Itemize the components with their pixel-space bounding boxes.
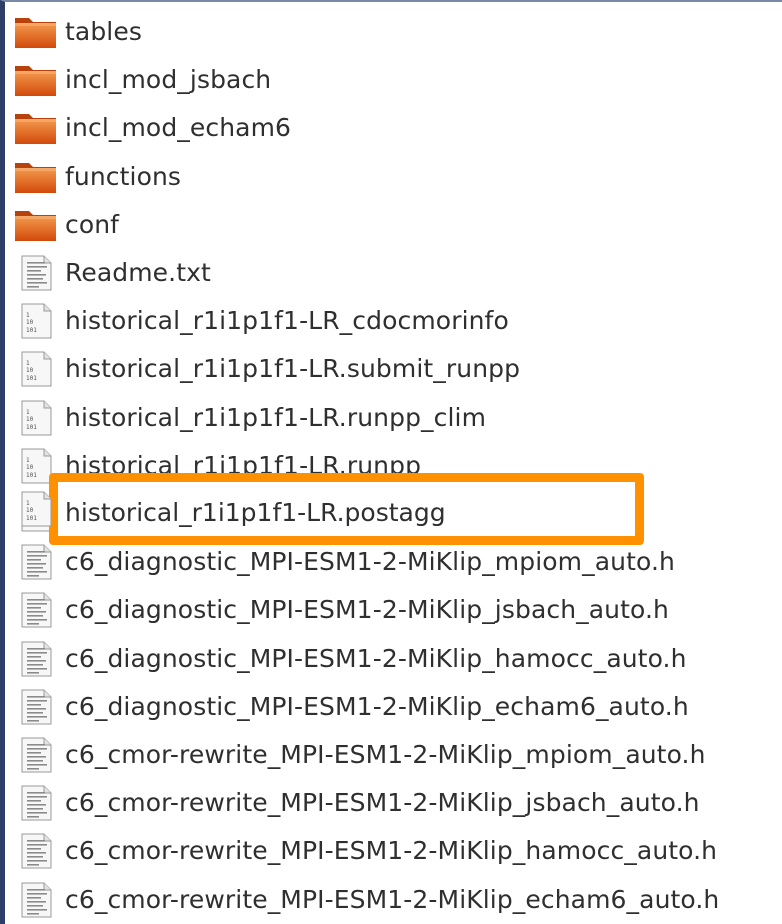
folder-row[interactable]: functions bbox=[0, 153, 782, 201]
file-name-label: functions bbox=[65, 161, 182, 191]
text-file-icon bbox=[14, 641, 58, 677]
binary-file-icon: 110101 bbox=[14, 491, 58, 527]
svg-text:101: 101 bbox=[26, 327, 37, 334]
file-name-label: Readme.txt bbox=[65, 258, 211, 287]
folder-icon bbox=[14, 207, 58, 243]
highlighted-file-label[interactable]: historical_r1i1p1f1-LR.postagg bbox=[65, 497, 446, 529]
folder-icon bbox=[14, 62, 58, 98]
file-row[interactable]: c6_cmor-rewrite_MPI-ESM1-2-MiKlip_jsbach… bbox=[0, 779, 782, 827]
file-name-label: c6_cmor-rewrite_MPI-ESM1-2-MiKlip_jsbach… bbox=[65, 788, 700, 818]
svg-text:101: 101 bbox=[26, 515, 37, 522]
file-row[interactable]: 1 10 101 historical_r1i1p1f1-LR.runpp_clim bbox=[0, 394, 782, 442]
folder-row[interactable]: incl_mod_jsbach bbox=[0, 56, 782, 104]
binary-file-icon: 110101 bbox=[14, 303, 58, 339]
file-row[interactable]: c6_diagnostic_MPI-ESM1-2-MiKlip_echam6_a… bbox=[0, 683, 782, 731]
file-name-label: c6_cmor-rewrite_MPI-ESM1-2-MiKlip_echam6… bbox=[65, 884, 720, 914]
svg-text:1: 1 bbox=[26, 500, 30, 507]
svg-text:1: 1 bbox=[26, 457, 30, 464]
file-row[interactable]: c6_diagnostic_MPI-ESM1-2-MiKlip_mpiom_au… bbox=[0, 538, 782, 586]
file-row[interactable]: c6_diagnostic_MPI-ESM1-2-MiKlip_jsbach_a… bbox=[0, 586, 782, 634]
svg-text:1: 1 bbox=[26, 360, 30, 367]
binary-file-icon: 110101 bbox=[14, 351, 58, 387]
file-name-label: c6_cmor-rewrite_MPI-ESM1-2-MiKlip_hamocc… bbox=[65, 836, 718, 866]
file-name-label: historical_r1i1p1f1-LR_cdocmorinfo bbox=[65, 306, 509, 336]
binary-file-icon: 110101 bbox=[14, 400, 58, 436]
file-name-label: c6_diagnostic_MPI-ESM1-2-MiKlip_mpiom_au… bbox=[65, 547, 675, 577]
file-row[interactable]: c6_diagnostic_MPI-ESM1-2-MiKlip_hamocc_a… bbox=[0, 635, 782, 683]
file-name-label: c6_diagnostic_MPI-ESM1-2-MiKlip_jsbach_a… bbox=[65, 595, 669, 625]
file-name-label: historical_r1i1p1f1-LR.runpp_clim bbox=[65, 402, 487, 432]
file-name-label: incl_mod_echam6 bbox=[65, 113, 292, 143]
file-row[interactable]: Readme.txt bbox=[0, 249, 782, 297]
folder-icon bbox=[14, 14, 58, 50]
folder-row[interactable]: incl_mod_echam6 bbox=[0, 104, 782, 152]
svg-text:1: 1 bbox=[26, 312, 30, 319]
file-row[interactable]: c6_cmor-rewrite_MPI-ESM1-2-MiKlip_echam6… bbox=[0, 876, 782, 924]
file-name-label: incl_mod_jsbach bbox=[65, 65, 272, 95]
svg-text:10: 10 bbox=[26, 416, 34, 423]
svg-text:10: 10 bbox=[26, 464, 34, 471]
file-row[interactable]: 1 10 101 historical_r1i1p1f1-LR.submit_runp… bbox=[0, 345, 782, 393]
file-name-label: c6_diagnostic_MPI-ESM1-2-MiKlip_echam6_a… bbox=[65, 691, 689, 721]
text-file-icon bbox=[14, 833, 58, 869]
folder-row[interactable]: tables bbox=[0, 8, 782, 56]
text-file-icon bbox=[14, 785, 58, 821]
svg-text:10: 10 bbox=[26, 319, 34, 326]
folder-row[interactable]: conf bbox=[0, 201, 782, 249]
svg-text:1: 1 bbox=[26, 409, 30, 416]
text-file-icon bbox=[14, 882, 58, 918]
text-file-icon bbox=[14, 689, 58, 725]
svg-text:101: 101 bbox=[26, 472, 37, 479]
file-name-label: tables bbox=[65, 17, 142, 46]
file-name-label: historical_r1i1p1f1-LR.submit_runpp bbox=[65, 354, 521, 384]
file-name-label: c6_cmor-rewrite_MPI-ESM1-2-MiKlip_mpiom_… bbox=[65, 740, 706, 769]
text-file-icon bbox=[14, 737, 58, 773]
file-name-label: conf bbox=[65, 209, 120, 239]
file-row[interactable]: c6_cmor-rewrite_MPI-ESM1-2-MiKlip_mpiom_… bbox=[0, 731, 782, 779]
file-row[interactable]: 1 10 101 historical_r1i1p1f1-LR_cdocmorinfo bbox=[0, 297, 782, 345]
svg-text:101: 101 bbox=[26, 424, 37, 431]
file-name-label: c6_diagnostic_MPI-ESM1-2-MiKlip_hamocc_a… bbox=[65, 643, 687, 673]
svg-text:101: 101 bbox=[26, 375, 37, 382]
folder-icon bbox=[14, 110, 58, 146]
text-file-icon bbox=[14, 544, 58, 580]
svg-text:10: 10 bbox=[26, 507, 34, 514]
text-file-icon bbox=[14, 592, 58, 628]
svg-text:10: 10 bbox=[26, 367, 34, 374]
folder-icon bbox=[14, 159, 58, 195]
file-row[interactable]: c6_cmor-rewrite_MPI-ESM1-2-MiKlip_hamocc… bbox=[0, 827, 782, 875]
text-file-icon bbox=[14, 255, 58, 291]
